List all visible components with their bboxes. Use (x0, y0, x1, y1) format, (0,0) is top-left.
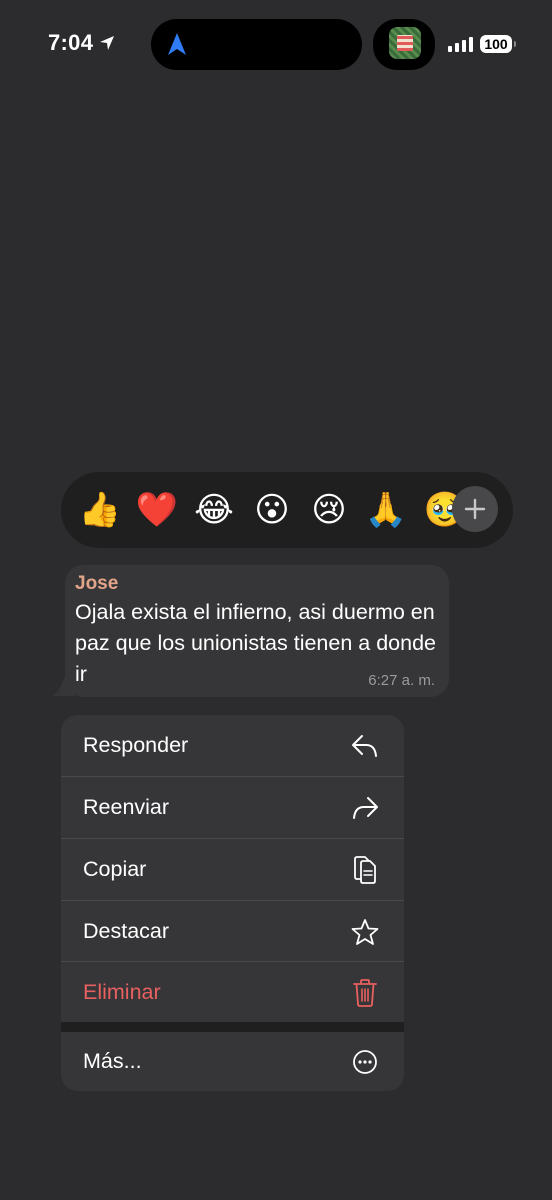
sender-name: Jose (75, 573, 119, 594)
menu-item-star[interactable]: Destacar (61, 901, 404, 962)
menu-more-group: Más... (61, 1032, 404, 1091)
reaction-crying[interactable]: 😢 (307, 488, 351, 532)
menu-item-label: Más... (83, 1049, 142, 1073)
navigation-arrow-icon (168, 33, 186, 55)
forward-icon (350, 793, 380, 823)
clock: 7:04 (48, 30, 94, 55)
reaction-folded-hands[interactable]: 🙏 (364, 488, 408, 532)
reaction-thumbs-up[interactable]: 👍 (78, 488, 122, 532)
menu-item-copy[interactable]: Copiar (61, 839, 404, 900)
menu-item-reply[interactable]: Responder (61, 715, 404, 776)
reply-icon (350, 731, 380, 761)
message-timestamp: 6:27 a. m. (368, 672, 435, 689)
cellular-signal-icon (448, 36, 473, 52)
reaction-tears-of-joy[interactable]: 😂 (192, 488, 236, 532)
menu-item-label: Eliminar (83, 980, 161, 1004)
reaction-red-heart[interactable]: ❤️ (135, 488, 179, 532)
add-reaction-button[interactable] (452, 486, 498, 532)
star-icon (350, 917, 380, 947)
menu-item-label: Responder (83, 733, 189, 757)
location-arrow-icon (100, 36, 115, 50)
menu-item-forward[interactable]: Reenviar (61, 777, 404, 838)
battery-indicator: 100 (480, 35, 516, 53)
menu-actions-group: Responder Reenviar Copiar Destacar Elimi… (61, 715, 404, 1022)
trash-icon (350, 978, 380, 1008)
battery-level: 100 (484, 36, 508, 52)
status-bar-time: 7:04 (48, 30, 115, 56)
context-menu: Responder Reenviar Copiar Destacar Elimi… (61, 715, 404, 1091)
menu-item-label: Destacar (83, 919, 170, 943)
plus-icon (464, 498, 486, 520)
ellipsis-circle-icon (350, 1047, 380, 1077)
menu-item-label: Copiar (83, 857, 147, 881)
message-bubble[interactable]: Jose Ojala exista el infierno, asi duerm… (65, 565, 449, 697)
reaction-surprised[interactable]: 😮 (250, 488, 294, 532)
app-thumbnail-icon (389, 27, 421, 59)
menu-item-label: Reenviar (83, 795, 170, 819)
menu-item-delete[interactable]: Eliminar (61, 962, 404, 1023)
menu-item-more[interactable]: Más... (61, 1032, 404, 1091)
copy-icon (350, 855, 380, 885)
reaction-bar: 👍 ❤️ 😂 😮 😢 🙏 🥹 (61, 472, 513, 548)
